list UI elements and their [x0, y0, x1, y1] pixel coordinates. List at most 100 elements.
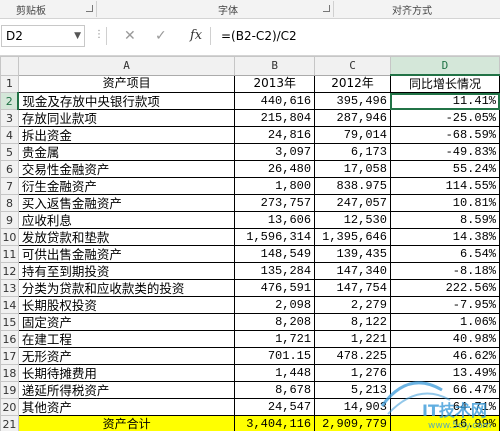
cell-2012-value[interactable]: 6,173: [314, 143, 391, 161]
cell-total-2012[interactable]: 2,909,779: [314, 415, 391, 431]
cell-2012-value[interactable]: 838.975: [314, 177, 391, 195]
insert-function-icon[interactable]: fx: [190, 28, 202, 43]
cell-asset-name[interactable]: 固定资产: [17, 313, 236, 331]
clipboard-launcher-icon[interactable]: [86, 5, 93, 12]
cell-asset-name[interactable]: 分类为贷款和应收款类的投资: [17, 279, 236, 297]
cell-2013-value[interactable]: 24,547: [234, 398, 316, 416]
cell-growth-value[interactable]: 13.49%: [389, 364, 500, 382]
cell-header-2013[interactable]: 2013年: [234, 74, 316, 93]
row-header[interactable]: 2: [0, 92, 20, 110]
cell-2013-value[interactable]: 3,097: [234, 143, 316, 161]
spreadsheet-grid[interactable]: A B C D 1 资产项目 2013年 2012年 同比增长情况 2 现金及存放…: [0, 56, 500, 431]
cell-2013-value[interactable]: 8,678: [234, 381, 316, 399]
row-header[interactable]: 4: [0, 126, 19, 144]
cell-asset-name[interactable]: 贵金属: [17, 143, 236, 161]
row-header[interactable]: 16: [0, 330, 19, 348]
cell-2013-value[interactable]: 476,591: [234, 279, 316, 297]
cell-asset-name[interactable]: 发放贷款和垫款: [17, 228, 236, 246]
row-header[interactable]: 9: [0, 211, 19, 229]
cell-asset-name[interactable]: 持有至到期投资: [17, 262, 236, 280]
row-header[interactable]: 12: [0, 262, 19, 280]
cell-2012-value[interactable]: 5,213: [314, 381, 391, 399]
cell-asset-name[interactable]: 其他资产: [17, 398, 236, 416]
row-header[interactable]: 20: [0, 398, 19, 416]
cancel-icon[interactable]: ✕: [124, 28, 136, 44]
cell-growth-value[interactable]: -8.18%: [389, 262, 500, 280]
cell-asset-name[interactable]: 衍生金融资产: [17, 177, 236, 195]
cell-2012-value[interactable]: 14,903: [314, 398, 391, 416]
column-header-c[interactable]: C: [314, 56, 391, 76]
cell-asset-name[interactable]: 现金及存放中央银行款项: [17, 92, 236, 110]
cell-2012-value[interactable]: 2,279: [314, 296, 391, 314]
cell-2013-value[interactable]: 135,284: [234, 262, 316, 280]
cell-asset-name[interactable]: 长期股权投资: [17, 296, 236, 314]
row-header[interactable]: 8: [0, 194, 19, 212]
cell-header-growth[interactable]: 同比增长情况: [389, 74, 500, 93]
cell-growth-value[interactable]: 114.55%: [389, 177, 500, 195]
cell-2013-value[interactable]: 13,606: [234, 211, 316, 229]
cell-asset-name[interactable]: 存放同业款项: [17, 109, 236, 127]
resize-dots-icon[interactable]: ⋮: [94, 29, 105, 40]
cell-growth-value[interactable]: 46.62%: [389, 347, 500, 365]
row-header[interactable]: 5: [0, 143, 19, 161]
cell-2012-value[interactable]: 395,496: [314, 92, 391, 110]
formula-input[interactable]: =(B2-C2)/C2: [215, 25, 498, 47]
cell-asset-name[interactable]: 交易性金融资产: [17, 160, 236, 178]
cell-asset-name[interactable]: 递延所得税资产: [17, 381, 236, 399]
cell-2013-value[interactable]: 26,480: [234, 160, 316, 178]
cell-asset-name[interactable]: 在建工程: [17, 330, 236, 348]
cell-2013-value[interactable]: 8,208: [234, 313, 316, 331]
row-header[interactable]: 11: [0, 245, 19, 263]
column-header-a[interactable]: A: [17, 56, 236, 76]
enter-icon[interactable]: ✓: [155, 28, 167, 44]
cell-total-growth[interactable]: 16.99%: [389, 415, 500, 431]
cell-growth-value[interactable]: 6.54%: [389, 245, 500, 263]
cell-2013-value[interactable]: 24,816: [234, 126, 316, 144]
cell-2012-value[interactable]: 247,057: [314, 194, 391, 212]
chevron-down-icon[interactable]: ▼: [74, 26, 81, 46]
row-header[interactable]: 1: [0, 74, 19, 93]
cell-asset-name[interactable]: 应收利息: [17, 211, 236, 229]
cell-growth-value[interactable]: 55.24%: [389, 160, 500, 178]
cell-total-label[interactable]: 资产合计: [17, 415, 236, 431]
cell-2012-value[interactable]: 1,276: [314, 364, 391, 382]
cell-growth-value[interactable]: 40.98%: [389, 330, 500, 348]
cell-2012-value[interactable]: 8,122: [314, 313, 391, 331]
cell-growth-value[interactable]: -49.83%: [389, 143, 500, 161]
cell-2012-value[interactable]: 79,014: [314, 126, 391, 144]
cell-2013-value[interactable]: 148,549: [234, 245, 316, 263]
cell-2013-value[interactable]: 273,757: [234, 194, 316, 212]
cell-2013-value[interactable]: 1,448: [234, 364, 316, 382]
cell-growth-value[interactable]: -7.95%: [389, 296, 500, 314]
cell-asset-name[interactable]: 无形资产: [17, 347, 236, 365]
cell-2013-value[interactable]: 701.15: [234, 347, 316, 365]
cell-asset-name[interactable]: 可供出售金融资产: [17, 245, 236, 263]
cell-asset-name[interactable]: 长期待摊费用: [17, 364, 236, 382]
cell-2012-value[interactable]: 147,340: [314, 262, 391, 280]
cell-2012-value[interactable]: 147,754: [314, 279, 391, 297]
row-header[interactable]: 21: [0, 415, 19, 431]
cell-total-2013[interactable]: 3,404,116: [234, 415, 316, 431]
row-header[interactable]: 15: [0, 313, 19, 331]
cell-asset-name[interactable]: 买入返售金融资产: [17, 194, 236, 212]
cell-growth-value[interactable]: 14.38%: [389, 228, 500, 246]
cell-header-2012[interactable]: 2012年: [314, 74, 391, 93]
cell-growth-value[interactable]: 64.71%: [389, 398, 500, 416]
cell-growth-value[interactable]: 66.47%: [389, 381, 500, 399]
cell-growth-value[interactable]: -25.05%: [389, 109, 500, 127]
cell-2013-value[interactable]: 1,596,314: [234, 228, 316, 246]
row-header[interactable]: 10: [0, 228, 19, 246]
cell-2013-value[interactable]: 440,616: [234, 92, 316, 110]
cell-growth-value[interactable]: 10.81%: [389, 194, 500, 212]
column-header-d[interactable]: D: [389, 56, 500, 76]
cell-growth-value[interactable]: -68.59%: [389, 126, 500, 144]
cell-2012-value[interactable]: 287,946: [314, 109, 391, 127]
select-all-corner[interactable]: [0, 56, 19, 76]
row-header[interactable]: 19: [0, 381, 19, 399]
cell-asset-name[interactable]: 拆出资金: [17, 126, 236, 144]
row-header[interactable]: 7: [0, 177, 19, 195]
row-header[interactable]: 13: [0, 279, 19, 297]
row-header[interactable]: 18: [0, 364, 19, 382]
cell-2013-value[interactable]: 1,800: [234, 177, 316, 195]
row-header[interactable]: 3: [0, 109, 19, 127]
